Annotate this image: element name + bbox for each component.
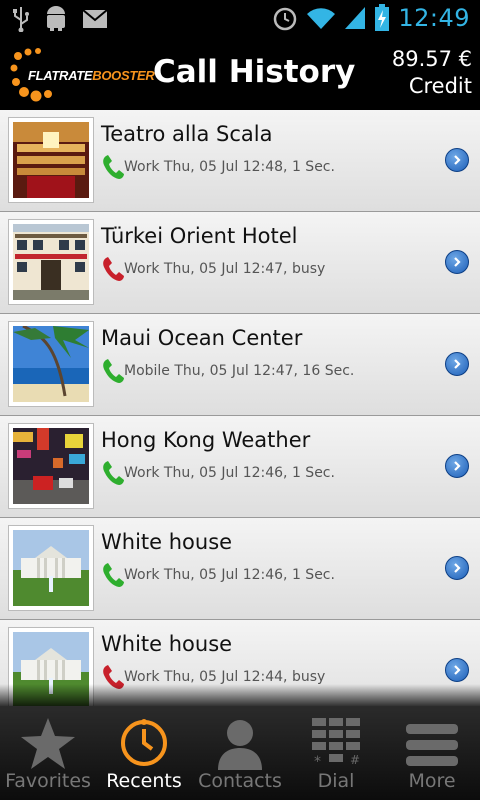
credit-amount: 89.57 € [391,47,472,71]
call-row[interactable]: Maui Ocean Center Mobile Thu, 05 Jul 12:… [0,314,480,416]
clock-time: 12:49 [398,4,470,32]
tab-label: Recents [106,770,182,792]
call-ok-icon [103,461,124,485]
call-ok-icon [103,359,124,383]
wifi-icon [307,8,336,29]
call-detail: Work Thu, 05 Jul 12:46, 1 Sec. [124,465,335,481]
tab-label: More [408,770,456,792]
contact-photo-white-house [8,525,94,611]
tab-label: Dial [317,770,355,792]
list-fade-overlay [0,684,480,708]
credit-label: Credit [408,74,472,98]
page-title: Call History [153,54,356,90]
call-detail: Work Thu, 05 Jul 12:44, busy [124,669,326,685]
contact-photo-beach [8,321,94,407]
details-arrow-icon[interactable] [445,658,469,682]
tab-label: Favorites [5,770,91,792]
call-name: Türkei Orient Hotel [101,224,298,248]
details-arrow-icon[interactable] [445,556,469,580]
call-detail: Work Thu, 05 Jul 12:46, 1 Sec. [124,567,335,583]
call-history-list[interactable]: Teatro alla Scala Work Thu, 05 Jul 12:48… [0,110,480,706]
alarm-icon [274,7,297,31]
details-arrow-icon[interactable] [445,454,469,478]
svg-text:*: * [314,754,321,770]
tab-recents[interactable]: Recents [96,706,192,800]
tab-dial[interactable]: * # Dial [288,706,384,800]
details-arrow-icon[interactable] [445,352,469,376]
call-detail: Work Thu, 05 Jul 12:47, busy [124,261,326,277]
android-debug-icon [47,6,65,31]
usb-icon [13,7,29,32]
contact-photo-hotel [8,219,94,305]
call-detail: Mobile Thu, 05 Jul 12:47, 16 Sec. [124,363,355,379]
call-busy-icon [103,257,124,281]
flatrate-booster-logo: FLATRATEBOOSTER [8,46,155,102]
contact-photo-opera-house [8,117,94,203]
call-name: White house [101,530,233,554]
call-name: Teatro alla Scala [101,122,273,146]
bottom-tab-bar: Favorites Recents Contacts * # Dial More [0,706,480,800]
tab-contacts[interactable]: Contacts [192,706,288,800]
tab-more[interactable]: More [384,706,480,800]
call-detail: Work Thu, 05 Jul 12:48, 1 Sec. [124,159,335,175]
dialpad-icon: * # [312,718,360,770]
call-name: Maui Ocean Center [101,326,303,350]
credit-balance: 89.57 € Credit [392,46,472,100]
contact-photo-city-street [8,423,94,509]
clock-icon [121,719,167,766]
call-ok-icon [103,563,124,587]
call-row[interactable]: White house Work Thu, 05 Jul 12:46, 1 Se… [0,518,480,620]
app-header: FLATRATEBOOSTER Call History 89.57 € Cre… [0,38,480,110]
tab-favorites[interactable]: Favorites [0,706,96,800]
call-row[interactable]: Teatro alla Scala Work Thu, 05 Jul 12:48… [0,110,480,212]
svg-text:#: # [350,753,360,767]
status-bar: 12:49 [0,0,480,38]
call-ok-icon [103,155,124,179]
menu-icon [406,724,458,766]
call-row[interactable]: Hong Kong Weather Work Thu, 05 Jul 12:46… [0,416,480,518]
signal-icon [345,7,366,29]
call-name: White house [101,632,233,656]
battery-charging-icon [375,4,390,31]
mail-icon [82,9,108,28]
call-row[interactable]: Türkei Orient Hotel Work Thu, 05 Jul 12:… [0,212,480,314]
tab-label: Contacts [198,770,282,792]
call-name: Hong Kong Weather [101,428,311,452]
details-arrow-icon[interactable] [445,148,469,172]
details-arrow-icon[interactable] [445,250,469,274]
person-icon [218,720,262,770]
star-icon [21,718,75,769]
